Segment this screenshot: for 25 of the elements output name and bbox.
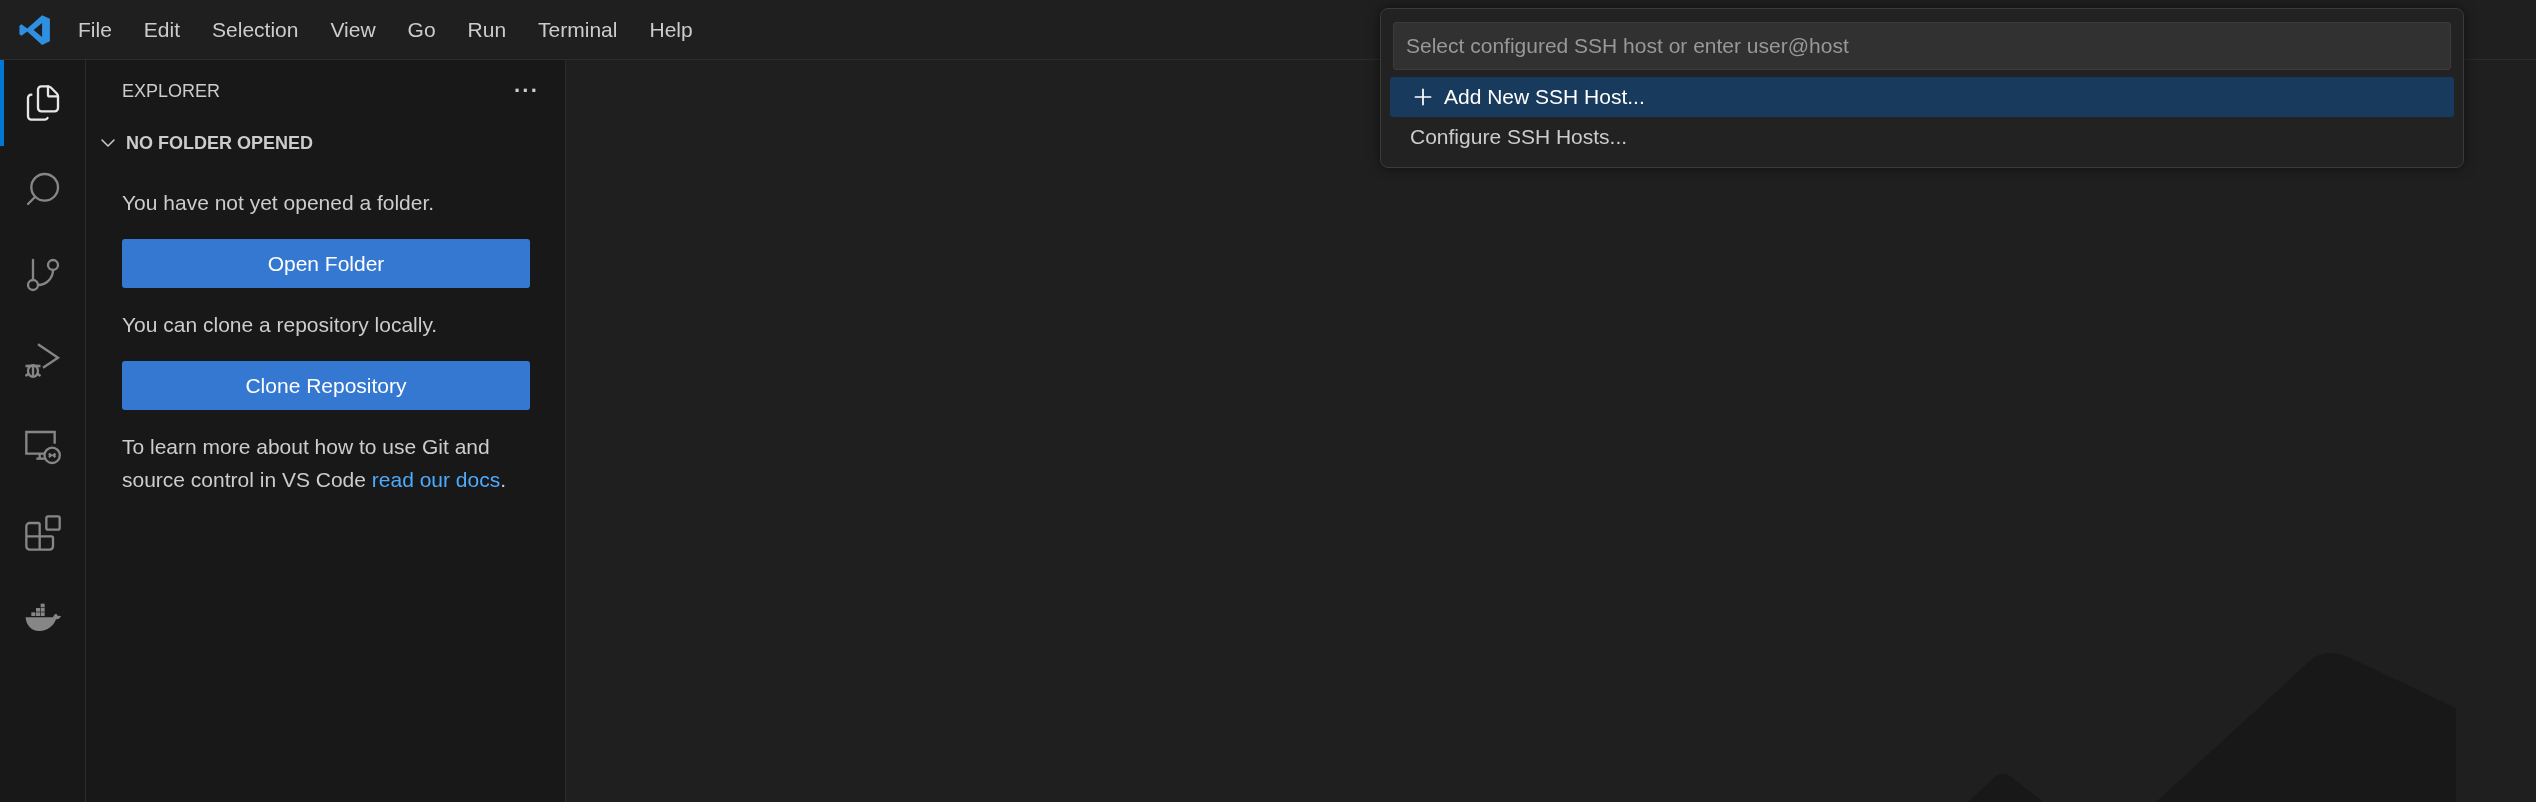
menu-item[interactable]: Help [635,11,707,48]
menu-item[interactable]: File [64,11,126,48]
host-input-field[interactable]: Select configured SSH host or enter user@host [1393,22,2451,70]
message-text: To learn more about how to use Git and source control in VS Code read our docs. [122,434,508,493]
menu-item[interactable]: Run [453,11,521,48]
section-title: NO FOLDER OPENED [126,132,313,154]
sidebar-title: EXPLORER [122,80,221,102]
item-label: Add New SSH Host... [1444,85,1645,109]
quick-pick-item[interactable]: Add New SSH Host... [1390,77,2454,117]
play-bug-icon [22,341,63,381]
action-button[interactable]: Clone Repository [122,361,530,410]
quick-pick-item[interactable]: Configure SSH Hosts... [1390,117,2454,157]
app-logo-icon [18,12,52,47]
menu-item[interactable]: Selection [198,11,313,48]
menu-item[interactable]: View [316,11,390,48]
blocks-icon [22,513,63,553]
item-label: Configure SSH Hosts... [1410,125,1628,149]
more-actions-button[interactable]: ··· [514,78,539,104]
menu-item[interactable]: Terminal [524,11,632,48]
docs-link[interactable]: read our docs [371,468,501,491]
message-text: You have not yet opened a folder. [122,190,436,216]
menu-item[interactable]: Edit [129,11,195,48]
menu-item[interactable]: Go [393,11,450,48]
message-text: You can clone a repository locally. [122,312,439,338]
action-button[interactable]: Open Folder [122,239,530,288]
